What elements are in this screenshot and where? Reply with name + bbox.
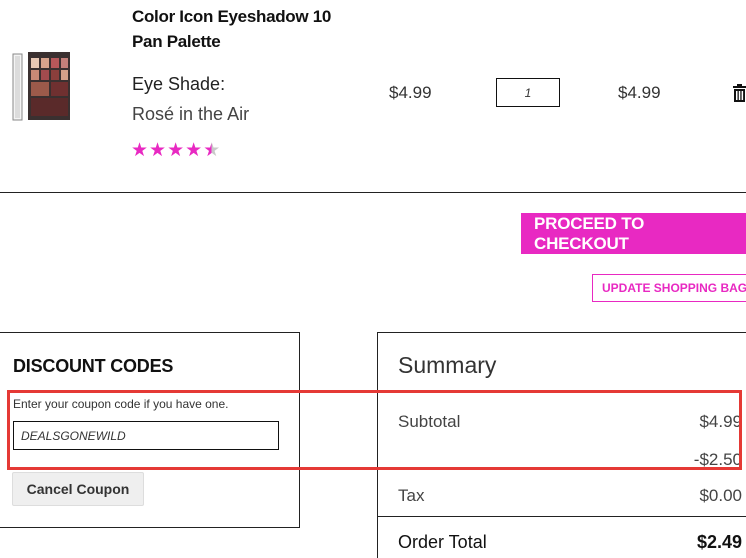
order-summary-panel: Summary Subtotal $4.99 -$2.50 Tax $0.00 … [377,332,746,558]
product-thumbnail[interactable] [12,50,70,122]
subtotal-label: Subtotal [398,412,461,431]
line-subtotal: $4.99 [618,83,661,102]
star-icon: ★ [167,139,185,161]
star-icon: ★ [131,139,149,161]
subtotal-value: $4.99 [699,412,742,431]
proceed-to-checkout-button[interactable]: PROCEED TO CHECKOUT › [521,213,746,254]
half-star-icon: ★ [203,139,221,161]
order-total-value: $2.49 [696,532,742,552]
trash-icon[interactable] [733,84,746,102]
star-icon: ★ [185,139,203,161]
discount-value: -$2.50 [693,450,742,469]
quantity-input[interactable] [496,78,560,107]
summary-title: Summary [398,352,497,378]
section-divider [0,192,746,193]
star-rating: ★ ★ ★ ★ ★ [131,139,220,161]
update-button-label: UPDATE SHOPPING BAG [602,281,746,295]
unit-price: $4.99 [389,83,432,102]
tax-label: Tax [398,486,425,505]
summary-divider [378,516,746,517]
coupon-code-input[interactable] [13,421,279,450]
coupon-hint: Enter your coupon code if you have one. [13,397,229,411]
star-icon: ★ [149,139,167,161]
discount-codes-panel: DISCOUNT CODES Enter your coupon code if… [0,332,300,528]
tax-value: $0.00 [699,486,742,505]
order-total-label: Order Total [398,532,487,552]
discount-title: DISCOUNT CODES [13,356,174,376]
option-label: Eye Shade: [132,74,226,94]
checkout-button-label: PROCEED TO CHECKOUT [534,213,645,253]
product-name[interactable]: Color Icon Eyeshadow 10 Pan Palette [132,4,362,54]
option-value: Rosé in the Air [132,104,250,124]
update-shopping-bag-button[interactable]: UPDATE SHOPPING BAG › [592,274,746,302]
cancel-coupon-button[interactable]: Cancel Coupon [12,472,144,506]
